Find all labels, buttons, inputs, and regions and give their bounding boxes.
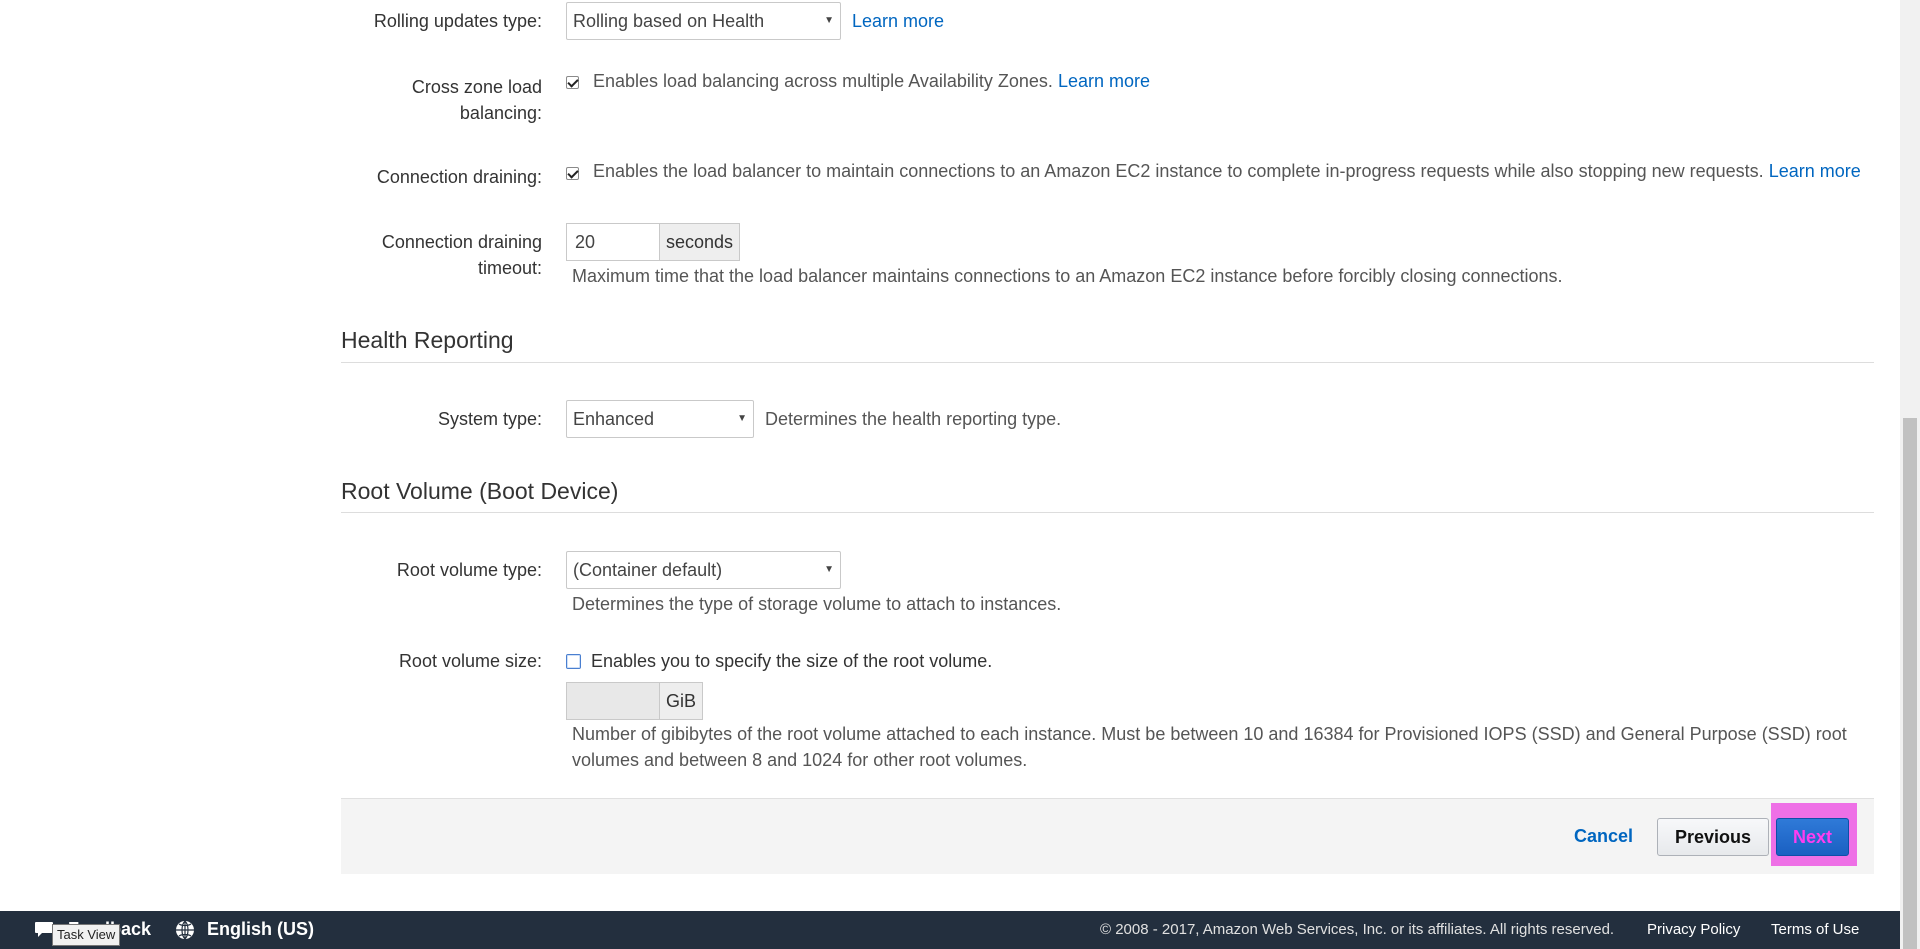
chevron-down-icon: ▼ — [737, 413, 747, 424]
connection-draining-description: Enables the load balancer to maintain co… — [593, 161, 1764, 181]
globe-icon — [175, 920, 195, 940]
system-type-help: Determines the health reporting type. — [765, 409, 1062, 429]
rolling-updates-select[interactable]: Rolling based on Health ▼ — [566, 2, 841, 40]
draining-timeout-unit: seconds — [659, 223, 741, 261]
copyright-text: © 2008 - 2017, Amazon Web Services, Inc.… — [1100, 921, 1615, 938]
root-volume-divider — [341, 512, 1874, 513]
draining-timeout-input[interactable]: 20 — [566, 223, 659, 261]
draining-timeout-help: Maximum time that the load balancer main… — [572, 266, 1563, 286]
cross-zone-description: Enables load balancing across multiple A… — [593, 71, 1053, 91]
root-volume-size-help: Number of gibibytes of the root volume a… — [572, 721, 1847, 773]
scrollbar-thumb[interactable] — [1903, 418, 1917, 949]
root-volume-type-label: Root volume type: — [396, 560, 542, 580]
connection-draining-row-text: Enables the load balancer to maintain co… — [593, 158, 1861, 184]
health-reporting-title: Health Reporting — [341, 327, 514, 353]
cancel-button[interactable]: Cancel — [1574, 826, 1633, 847]
next-button[interactable]: Next — [1776, 818, 1849, 856]
connection-draining-checkbox[interactable] — [566, 167, 579, 180]
connection-draining-label: Connection draining: — [376, 167, 542, 187]
root-volume-size-help-line2: volumes and between 8 and 1024 for other… — [572, 750, 1028, 770]
wizard-actions-bar — [341, 798, 1874, 874]
chevron-down-icon: ▼ — [824, 564, 834, 575]
task-view-tooltip: Task View — [52, 924, 121, 946]
root-volume-title: Root Volume (Boot Device) — [341, 478, 619, 504]
root-volume-size-input-group: GiB — [566, 682, 704, 720]
cross-zone-label-line1: Cross zone load — [411, 77, 542, 97]
page-scrollbar[interactable] — [1900, 0, 1920, 949]
root-volume-size-checkbox-text: Enables you to specify the size of the r… — [591, 651, 993, 671]
root-volume-type-select[interactable]: (Container default) ▼ — [566, 551, 841, 589]
system-type-select[interactable]: Enhanced ▼ — [566, 400, 754, 438]
rolling-updates-selected: Rolling based on Health — [573, 11, 765, 31]
rolling-updates-label: Rolling updates type: — [373, 11, 542, 31]
previous-button[interactable]: Previous — [1657, 818, 1769, 856]
root-volume-size-unit: GiB — [659, 682, 704, 720]
cross-zone-learn-more-link[interactable]: Learn more — [1058, 71, 1150, 91]
chevron-down-icon: ▼ — [824, 15, 834, 26]
connection-draining-learn-more-link[interactable]: Learn more — [1769, 161, 1861, 181]
draining-timeout-label: Connection draining timeout: — [382, 229, 542, 281]
rolling-updates-learn-more-link[interactable]: Learn more — [852, 8, 944, 34]
cross-zone-row-text: Enables load balancing across multiple A… — [593, 68, 1150, 94]
language-selector[interactable]: English (US) — [207, 919, 314, 940]
root-volume-type-selected: (Container default) — [573, 560, 723, 580]
root-volume-size-input[interactable] — [566, 682, 659, 720]
cross-zone-checkbox[interactable] — [566, 76, 579, 89]
draining-timeout-input-group: 20 seconds — [566, 223, 741, 261]
draining-timeout-label-line2: timeout: — [477, 258, 542, 278]
cross-zone-label-line2: balancing: — [459, 103, 542, 123]
system-type-selected: Enhanced — [573, 409, 655, 429]
cross-zone-label: Cross zone load balancing: — [412, 74, 542, 126]
speech-bubble-icon — [34, 921, 54, 937]
privacy-policy-link[interactable]: Privacy Policy — [1647, 921, 1740, 938]
root-volume-size-help-line1: Number of gibibytes of the root volume a… — [572, 724, 1847, 744]
root-volume-size-checkbox[interactable] — [566, 654, 581, 669]
terms-of-use-link[interactable]: Terms of Use — [1771, 921, 1859, 938]
health-reporting-divider — [341, 362, 1874, 363]
system-type-label: System type: — [437, 409, 542, 429]
draining-timeout-label-line1: Connection draining — [381, 232, 542, 252]
root-volume-size-label: Root volume size: — [398, 651, 542, 671]
console-footer: Feedback English (US) © 2008 - 2017, Ama… — [0, 911, 1900, 949]
root-volume-type-help: Determines the type of storage volume to… — [572, 594, 1062, 614]
